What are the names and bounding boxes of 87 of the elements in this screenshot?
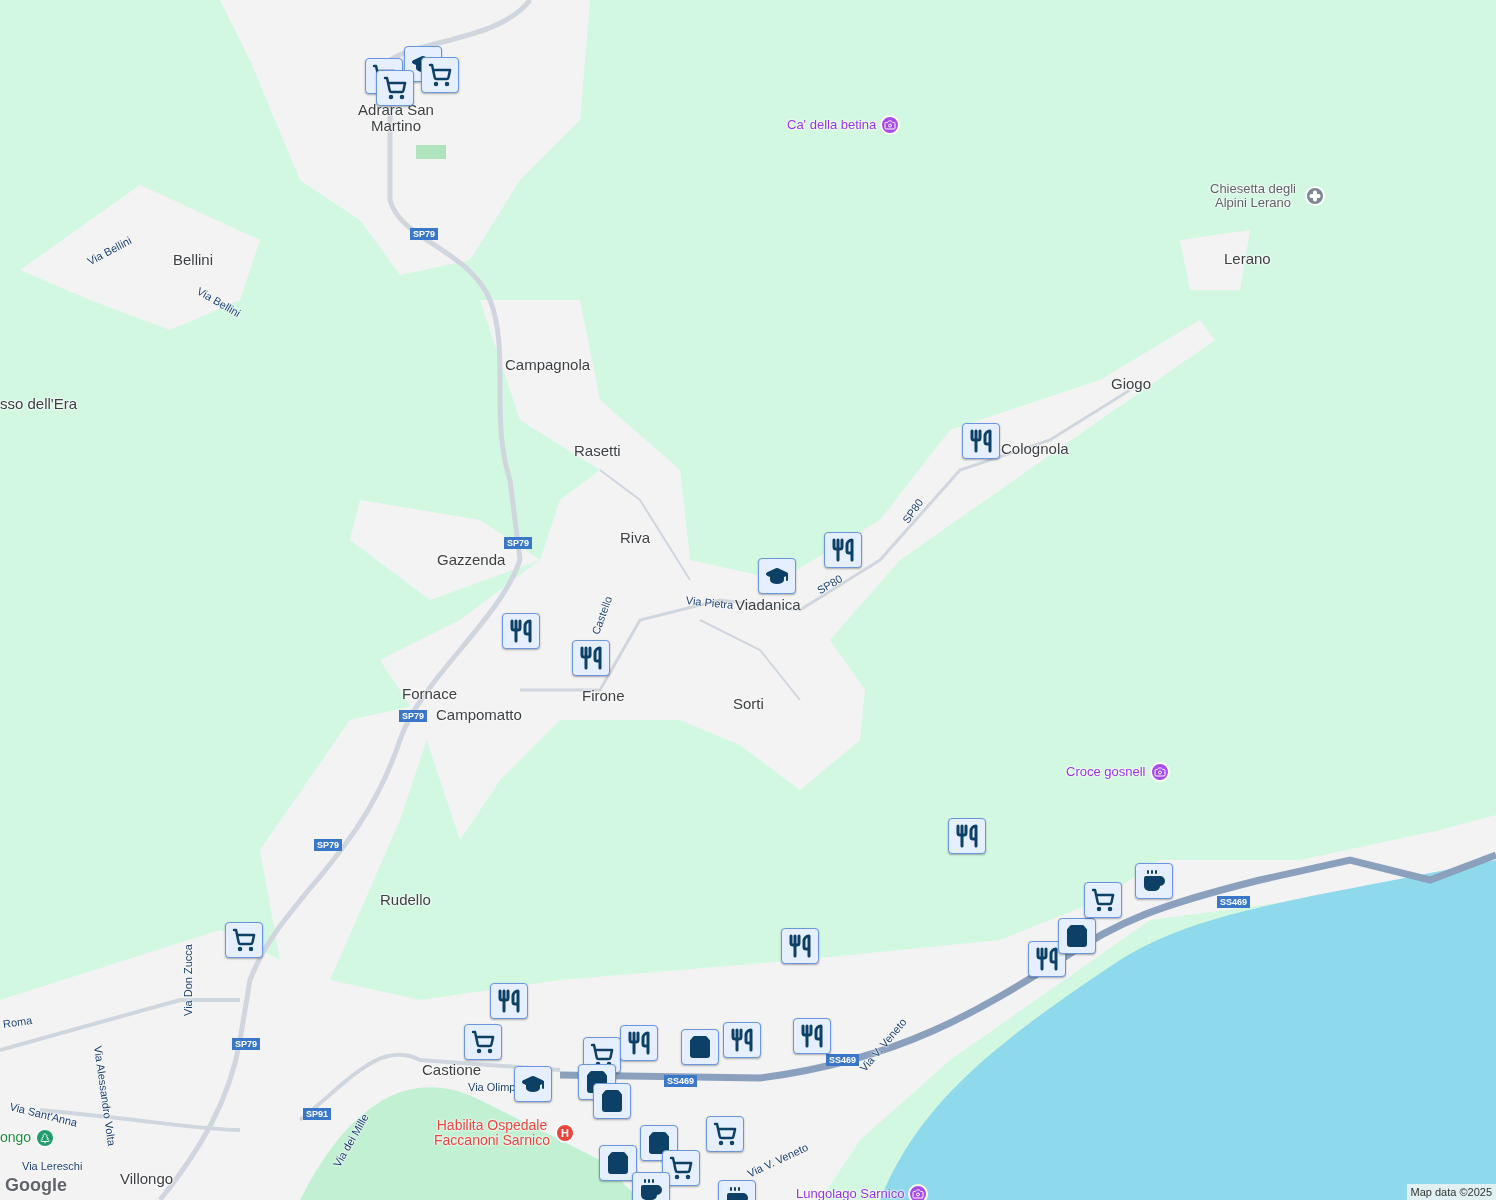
place-label: Rasetti <box>574 443 621 459</box>
place-label: Riva <box>620 530 650 546</box>
fork-knife-icon <box>831 538 855 562</box>
place-label: Bellini <box>173 252 214 268</box>
road-label: Via V. Veneto <box>745 1140 810 1180</box>
google-logo: Google <box>5 1174 67 1196</box>
poi-label: Croce gosnell <box>1066 763 1146 782</box>
road-label: Via Alessandro Volta <box>92 1045 118 1147</box>
shopping-cart-icon <box>471 1030 495 1054</box>
coffee-cup-icon <box>639 1178 663 1200</box>
place-label: Firone <box>582 688 625 704</box>
poi-label: Chiesetta degli Alpini Lerano <box>1209 182 1297 210</box>
place-marker[interactable] <box>376 70 414 106</box>
place-label: Campagnola <box>505 357 591 373</box>
road-label: Via Pietra <box>685 594 734 611</box>
place-marker[interactable] <box>464 1024 502 1060</box>
place-marker[interactable] <box>758 558 796 594</box>
place-marker[interactable] <box>662 1150 700 1186</box>
place-label: Rudello <box>380 892 431 908</box>
place-label: Giogo <box>1111 376 1152 392</box>
fork-knife-icon <box>800 1024 824 1048</box>
fork-knife-icon <box>509 619 533 643</box>
place-marker[interactable] <box>599 1145 637 1181</box>
road-number-sign: SP79 <box>314 839 343 851</box>
shopping-cart-icon <box>713 1122 737 1146</box>
shopping-cart-icon <box>669 1156 693 1180</box>
place-marker[interactable] <box>1028 941 1066 977</box>
park-label: ongo <box>0 1128 32 1147</box>
coffee-cup-icon <box>1142 869 1166 893</box>
place-marker[interactable] <box>824 532 862 568</box>
place-label: Colognola <box>1001 441 1069 457</box>
place-label: Viadanica <box>735 597 801 613</box>
place-marker[interactable] <box>793 1018 831 1054</box>
place-label: Adrara San Martino <box>357 102 435 134</box>
place-marker[interactable] <box>593 1083 631 1119</box>
fork-knife-icon <box>955 824 979 848</box>
place-marker[interactable] <box>781 928 819 964</box>
fork-knife-icon <box>627 1031 651 1055</box>
fork-knife-icon <box>788 934 812 958</box>
place-label: Gazzenda <box>437 552 506 568</box>
fork-knife-icon <box>730 1028 754 1052</box>
road-number-sign: SP79 <box>410 228 439 240</box>
place-marker[interactable] <box>723 1022 761 1058</box>
place-marker[interactable] <box>1058 918 1096 954</box>
attribution-text: Map data ©2025 <box>1406 1184 1496 1200</box>
place-marker[interactable] <box>1135 863 1173 899</box>
place-label: Lerano <box>1224 251 1271 267</box>
fork-knife-icon <box>497 989 521 1013</box>
road-label: Via Lereschi <box>22 1160 83 1172</box>
place-label: sso dell'Era <box>0 396 78 412</box>
place-marker[interactable] <box>706 1116 744 1152</box>
road-number-sign: SP79 <box>399 710 428 722</box>
fork-knife-icon <box>1035 947 1059 971</box>
place-label: Castione <box>422 1062 482 1078</box>
place-marker[interactable] <box>421 57 459 93</box>
shopping-cart-icon <box>232 928 256 952</box>
road-label: Roma <box>2 1013 33 1030</box>
place-marker[interactable] <box>632 1172 670 1200</box>
road-label: Via Don Zucca <box>182 944 194 1016</box>
place-marker[interactable] <box>681 1029 719 1065</box>
road-number-sign: SS469 <box>1217 896 1251 908</box>
place-label: Villongo <box>120 1171 174 1187</box>
fork-knife-icon <box>579 646 603 670</box>
poi-label: Ca' della betina <box>787 116 877 135</box>
place-label: Sorti <box>733 696 764 712</box>
road-number-sign: SP79 <box>504 537 533 549</box>
shopping-cart-icon <box>590 1043 614 1067</box>
place-marker[interactable] <box>1084 882 1122 918</box>
place-marker[interactable] <box>962 423 1000 459</box>
place-marker[interactable] <box>620 1025 658 1061</box>
road-number-sign: SP79 <box>232 1038 261 1050</box>
fork-knife-icon <box>969 429 993 453</box>
place-marker[interactable] <box>572 640 610 676</box>
road-number-sign: SP91 <box>303 1108 332 1120</box>
hospital-label: Habilita Ospedale Faccanoni Sarnico <box>433 1118 551 1148</box>
place-label: Fornace <box>402 686 458 702</box>
road-number-sign: SS469 <box>664 1075 698 1087</box>
place-marker[interactable] <box>490 983 528 1019</box>
place-marker[interactable] <box>948 818 986 854</box>
shopping-cart-icon <box>1091 888 1115 912</box>
place-marker[interactable] <box>502 613 540 649</box>
place-label: Campomatto <box>436 707 522 723</box>
place-marker[interactable] <box>514 1066 552 1102</box>
shopping-cart-icon <box>383 76 407 100</box>
place-marker[interactable] <box>225 922 263 958</box>
road-number-sign: SS469 <box>826 1054 860 1066</box>
shopping-cart-icon <box>428 63 452 87</box>
